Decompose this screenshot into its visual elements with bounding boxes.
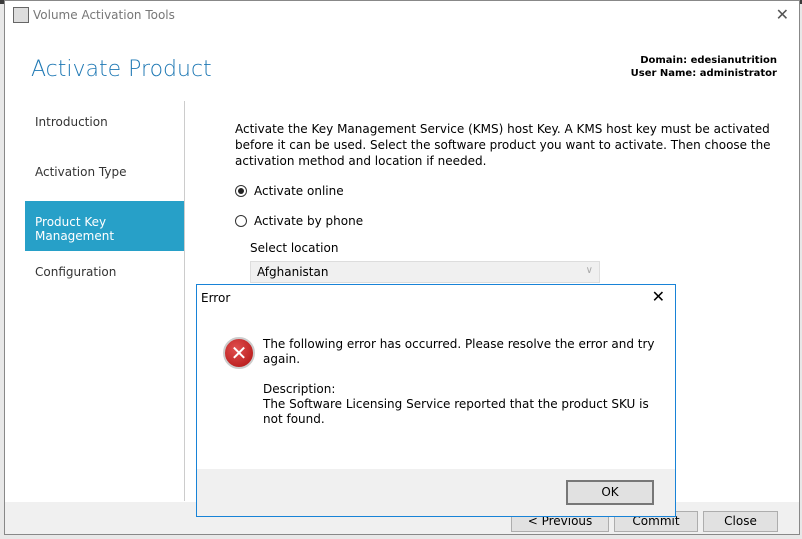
page-title: Activate Product — [31, 57, 212, 82]
location-value: Afghanistan — [257, 265, 329, 279]
wizard-nav: Introduction Activation Type Product Key… — [25, 101, 185, 501]
user-label: User Name: administrator — [630, 68, 777, 79]
content: Activate the Key Management Service (KMS… — [235, 121, 775, 283]
close-icon[interactable]: ✕ — [652, 287, 665, 306]
location-label: Select location — [250, 241, 339, 255]
error-description: The Software Licensing Service reported … — [263, 397, 649, 426]
radio-activate-online[interactable]: Activate online — [235, 183, 775, 199]
title-bar: Volume Activation Tools ✕ — [5, 1, 799, 31]
nav-configuration[interactable]: Configuration — [25, 251, 184, 301]
nav-product-key-management[interactable]: Product Key Management — [25, 201, 184, 251]
app-icon — [13, 7, 29, 23]
radio-activate-by-phone[interactable]: Activate by phone — [235, 213, 775, 229]
location-select[interactable]: Afghanistan ∨ — [250, 261, 600, 283]
error-message: The following error has occurred. Please… — [263, 337, 663, 427]
domain-label: Domain: edesianutrition — [640, 55, 777, 66]
description-label: Description: — [263, 382, 336, 396]
radio-label: Activate by phone — [254, 214, 364, 228]
close-icon[interactable]: ✕ — [776, 5, 789, 24]
ok-button[interactable]: OK — [566, 480, 654, 505]
close-button[interactable]: Close — [703, 511, 778, 532]
error-icon: ✕ — [223, 337, 255, 369]
dialog-title: Error — [201, 291, 231, 305]
nav-activation-type[interactable]: Activation Type — [25, 151, 184, 201]
account-info: Domain: edesianutrition User Name: admin… — [631, 54, 777, 80]
nav-introduction[interactable]: Introduction — [25, 101, 184, 151]
radio-unchecked-icon[interactable] — [235, 215, 247, 227]
error-summary: The following error has occurred. Please… — [263, 337, 655, 366]
radio-label: Activate online — [254, 184, 344, 198]
window-title: Volume Activation Tools — [33, 8, 175, 22]
chevron-down-icon: ∨ — [585, 265, 593, 276]
description: Activate the Key Management Service (KMS… — [235, 122, 771, 168]
error-dialog: Error ✕ ✕ The following error has occurr… — [196, 284, 676, 517]
radio-checked-icon[interactable] — [235, 185, 247, 197]
